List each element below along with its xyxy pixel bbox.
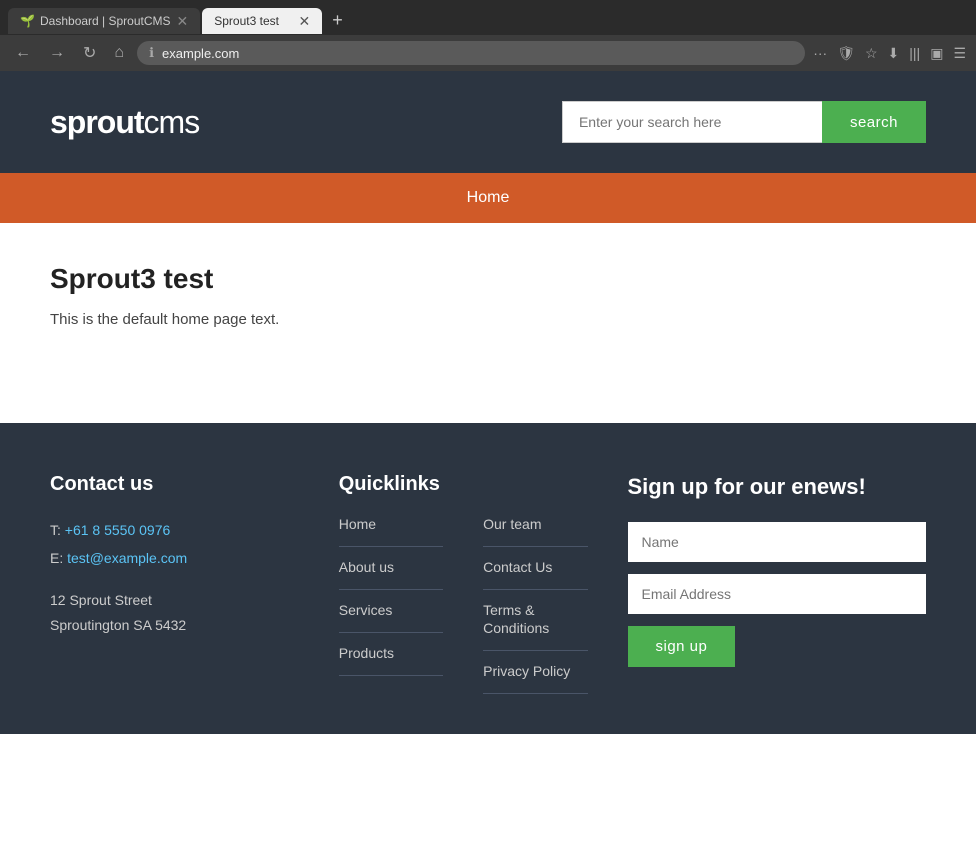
- site-footer: Contact us T: +61 8 5550 0976 E: test@ex…: [0, 423, 976, 734]
- contact-info: T: +61 8 5550 0976 E: test@example.com: [50, 516, 299, 572]
- footer-contact: Contact us T: +61 8 5550 0976 E: test@ex…: [50, 473, 299, 694]
- quicklink-terms[interactable]: Terms & Conditions: [483, 602, 549, 636]
- menu-icon[interactable]: ☰: [953, 45, 966, 62]
- page-title: Sprout3 test: [50, 263, 926, 295]
- library-icon[interactable]: |||: [909, 45, 920, 61]
- quicklink-about[interactable]: About us: [339, 559, 394, 575]
- tab-sprout3[interactable]: Sprout3 test ✕: [202, 8, 322, 34]
- address-line1: 12 Sprout Street: [50, 588, 299, 613]
- website: sproutcms search Home Sprout3 test This …: [0, 71, 976, 734]
- quicklinks-cols: Home About us Services Products Our team…: [339, 516, 588, 694]
- list-item: Our team: [483, 516, 587, 547]
- more-icon[interactable]: ···: [813, 45, 827, 61]
- browser-chrome: 🌱 Dashboard | SproutCMS ✕ Sprout3 test ✕…: [0, 0, 976, 71]
- signup-heading: Sign up for our enews!: [628, 473, 927, 502]
- list-item: Products: [339, 645, 443, 676]
- toolbar-actions: ··· 🛡 ☆ ⬇ ||| ▣ ☰: [813, 45, 966, 62]
- list-item: Terms & Conditions: [483, 602, 587, 651]
- phone-link[interactable]: +61 8 5550 0976: [65, 522, 171, 538]
- quicklink-team[interactable]: Our team: [483, 516, 541, 532]
- contact-phone: T: +61 8 5550 0976: [50, 516, 299, 544]
- list-item: Home: [339, 516, 443, 547]
- quicklink-products[interactable]: Products: [339, 645, 394, 661]
- tab-favicon: 🌱: [20, 14, 34, 28]
- sidebar-icon[interactable]: ▣: [930, 45, 943, 62]
- quicklink-privacy[interactable]: Privacy Policy: [483, 663, 570, 679]
- pocket-icon[interactable]: 🛡: [837, 45, 855, 62]
- quicklinks-col1: Home About us Services Products: [339, 516, 443, 694]
- tab-close-icon[interactable]: ✕: [177, 14, 189, 28]
- quicklinks-heading: Quicklinks: [339, 473, 588, 496]
- signup-button[interactable]: sign up: [628, 626, 736, 667]
- signup-name-input[interactable]: [628, 522, 927, 562]
- logo-sprout: sprout: [50, 104, 144, 140]
- quicklink-home[interactable]: Home: [339, 516, 376, 532]
- phone-label: T:: [50, 522, 61, 538]
- quicklink-services[interactable]: Services: [339, 602, 393, 618]
- address-input[interactable]: [162, 46, 793, 61]
- tab-title: Dashboard | SproutCMS: [40, 14, 171, 28]
- list-item: Contact Us: [483, 559, 587, 590]
- quicklinks-list1: Home About us Services Products: [339, 516, 443, 676]
- browser-toolbar: ← → ↻ ⌂ ℹ ··· 🛡 ☆ ⬇ ||| ▣ ☰: [0, 35, 976, 71]
- back-button[interactable]: ←: [10, 42, 36, 64]
- bookmark-icon[interactable]: ☆: [865, 45, 878, 62]
- address-line2: Sproutington SA 5432: [50, 613, 299, 638]
- page-body: This is the default home page text.: [50, 311, 926, 328]
- contact-email: E: test@example.com: [50, 544, 299, 572]
- logo-cms: cms: [144, 104, 200, 140]
- quicklinks-list2: Our team Contact Us Terms & Conditions P…: [483, 516, 587, 694]
- email-link[interactable]: test@example.com: [67, 550, 187, 566]
- signup-email-input[interactable]: [628, 574, 927, 614]
- browser-tabs: 🌱 Dashboard | SproutCMS ✕ Sprout3 test ✕…: [0, 0, 976, 35]
- new-tab-button[interactable]: +: [324, 6, 351, 35]
- footer-signup: Sign up for our enews! sign up: [628, 473, 927, 694]
- list-item: Privacy Policy: [483, 663, 587, 694]
- forward-button[interactable]: →: [44, 42, 70, 64]
- home-button[interactable]: ⌂: [109, 42, 129, 64]
- list-item: About us: [339, 559, 443, 590]
- quicklink-contact[interactable]: Contact Us: [483, 559, 552, 575]
- download-icon: ⬇: [888, 45, 900, 62]
- email-label: E:: [50, 550, 63, 566]
- main-content: Sprout3 test This is the default home pa…: [0, 223, 976, 423]
- site-header: sproutcms search: [0, 71, 976, 173]
- contact-heading: Contact us: [50, 473, 299, 496]
- nav-home[interactable]: Home: [467, 189, 510, 206]
- list-item: Services: [339, 602, 443, 633]
- site-nav: Home: [0, 173, 976, 223]
- info-icon: ℹ: [149, 45, 154, 61]
- address-bar: ℹ: [137, 41, 805, 65]
- refresh-button[interactable]: ↻: [78, 41, 101, 65]
- tab-dashboard[interactable]: 🌱 Dashboard | SproutCMS ✕: [8, 8, 200, 34]
- tab-close-active-icon[interactable]: ✕: [299, 14, 311, 28]
- tab-title-active: Sprout3 test: [214, 14, 292, 28]
- search-button[interactable]: search: [822, 101, 926, 143]
- contact-address: 12 Sprout Street Sproutington SA 5432: [50, 588, 299, 638]
- quicklinks-col2: Our team Contact Us Terms & Conditions P…: [483, 516, 587, 694]
- search-input[interactable]: [562, 101, 822, 143]
- search-area: search: [562, 101, 926, 143]
- footer-quicklinks: Quicklinks Home About us Services Produc…: [339, 473, 588, 694]
- site-logo: sproutcms: [50, 104, 199, 141]
